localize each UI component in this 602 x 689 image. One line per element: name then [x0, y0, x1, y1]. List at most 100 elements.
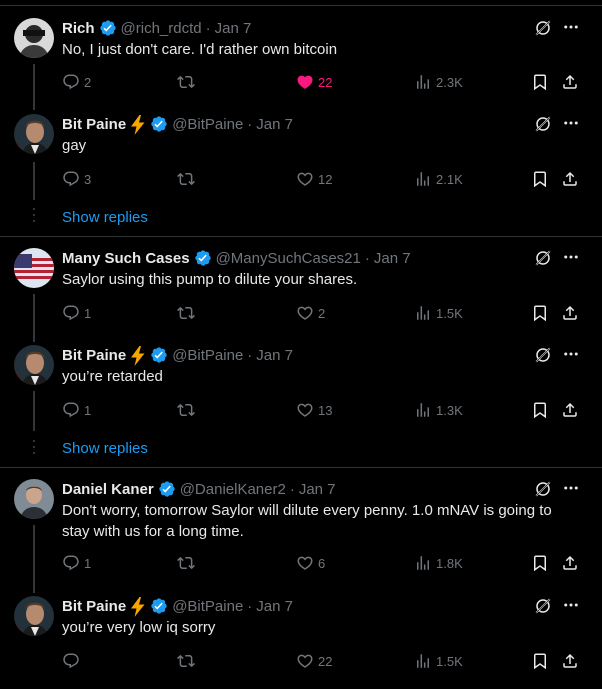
avatar[interactable] [14, 114, 54, 154]
reply-button[interactable]: 3 [62, 170, 91, 188]
more-icon[interactable] [562, 248, 580, 266]
show-replies-link[interactable]: Show replies [62, 209, 148, 226]
top-divider [0, 5, 602, 6]
share-button[interactable] [561, 73, 579, 91]
retweet-button[interactable] [177, 401, 199, 419]
more-icon[interactable] [562, 114, 580, 132]
show-replies-link[interactable]: Show replies [62, 440, 148, 457]
tweet-date[interactable]: Jan 7 [299, 481, 336, 498]
author-name[interactable]: Many Such Cases [62, 250, 190, 267]
share-icon [561, 170, 579, 188]
share-button[interactable] [561, 554, 579, 572]
grok-icon[interactable] [534, 19, 552, 37]
share-button[interactable] [561, 170, 579, 188]
grok-icon[interactable] [534, 115, 552, 133]
reply-button[interactable]: 1 [62, 554, 91, 572]
like-button[interactable]: 13 [296, 401, 332, 419]
thread-line [33, 64, 35, 110]
separator-dot: · [247, 346, 253, 364]
avatar[interactable] [14, 248, 54, 288]
separator-dot: · [247, 115, 253, 133]
view-count: 1.3K [436, 402, 463, 418]
author-name[interactable]: Bit Paine [62, 598, 126, 615]
reply-icon [62, 652, 80, 670]
retweet-button[interactable] [177, 554, 199, 572]
tweet-date[interactable]: Jan 7 [256, 116, 293, 133]
retweet-button[interactable] [177, 170, 199, 188]
author-name[interactable]: Bit Paine [62, 116, 126, 133]
like-button[interactable]: 12 [296, 170, 332, 188]
like-button[interactable]: 22 [296, 73, 332, 91]
grok-icon[interactable] [534, 597, 552, 615]
verified-icon [150, 115, 168, 133]
separator-dot: · [364, 249, 370, 267]
views-button[interactable]: 1.3K [414, 401, 463, 419]
view-count: 1.5K [436, 305, 463, 321]
reply-button[interactable]: 2 [62, 73, 91, 91]
author-handle[interactable]: @ManySuchCases21 [216, 250, 361, 267]
views-button[interactable]: 1.5K [414, 304, 463, 322]
share-icon [561, 401, 579, 419]
author-name[interactable]: Rich [62, 20, 95, 37]
views-icon [414, 73, 432, 91]
bookmark-button[interactable] [531, 554, 549, 572]
tweet-date[interactable]: Jan 7 [374, 250, 411, 267]
thread-line [33, 162, 35, 200]
share-button[interactable] [561, 652, 579, 670]
share-button[interactable] [561, 304, 579, 322]
author-handle[interactable]: @DanielKaner2 [180, 481, 286, 498]
tweet-date[interactable]: Jan 7 [256, 347, 293, 364]
reply-button[interactable]: 1 [62, 304, 91, 322]
like-button[interactable]: 6 [296, 554, 325, 572]
more-icon[interactable] [562, 596, 580, 614]
more-icon[interactable] [562, 345, 580, 363]
reply-icon [62, 554, 80, 572]
author-handle[interactable]: @BitPaine [172, 116, 243, 133]
separator-dot: · [247, 597, 253, 615]
tweet-actions: 22 1.5K [62, 652, 582, 670]
bookmark-button[interactable] [531, 73, 549, 91]
tweet-date[interactable]: Jan 7 [215, 20, 252, 37]
grok-icon[interactable] [534, 249, 552, 267]
views-button[interactable]: 1.5K [414, 652, 463, 670]
avatar[interactable] [14, 479, 54, 519]
views-button[interactable]: 2.3K [414, 73, 463, 91]
grok-icon[interactable] [534, 346, 552, 364]
bookmark-icon [531, 401, 549, 419]
author-handle[interactable]: @BitPaine [172, 598, 243, 615]
author-handle[interactable]: @rich_rdctd [121, 20, 202, 37]
like-button[interactable]: 2 [296, 304, 325, 322]
bookmark-button[interactable] [531, 304, 549, 322]
tweet-date[interactable]: Jan 7 [256, 598, 293, 615]
retweet-button[interactable] [177, 73, 199, 91]
reply-button[interactable] [62, 652, 84, 670]
author-name[interactable]: Bit Paine [62, 347, 126, 364]
author-name[interactable]: Daniel Kaner [62, 481, 154, 498]
views-button[interactable]: 1.8K [414, 554, 463, 572]
grok-icon[interactable] [534, 480, 552, 498]
like-button[interactable]: 22 [296, 652, 332, 670]
retweet-icon [177, 652, 195, 670]
like-count: 13 [318, 402, 333, 418]
more-icon[interactable] [562, 18, 580, 36]
bookmark-button[interactable] [531, 401, 549, 419]
reply-button[interactable]: 1 [62, 401, 91, 419]
bookmark-button[interactable] [531, 652, 549, 670]
conversation-divider [0, 236, 602, 237]
retweet-button[interactable] [177, 304, 199, 322]
retweet-icon [177, 554, 195, 572]
like-icon [296, 401, 314, 419]
retweet-button[interactable] [177, 652, 199, 670]
more-icon[interactable] [562, 479, 580, 497]
reply-count: 1 [84, 402, 92, 418]
author-handle[interactable]: @BitPaine [172, 347, 243, 364]
tweet-text: you’re very low iq sorry [62, 619, 216, 636]
reply-icon [62, 401, 80, 419]
share-button[interactable] [561, 401, 579, 419]
avatar[interactable] [14, 596, 54, 636]
avatar[interactable] [14, 18, 54, 58]
reply-icon [62, 304, 80, 322]
bookmark-button[interactable] [531, 170, 549, 188]
avatar[interactable] [14, 345, 54, 385]
views-button[interactable]: 2.1K [414, 170, 463, 188]
